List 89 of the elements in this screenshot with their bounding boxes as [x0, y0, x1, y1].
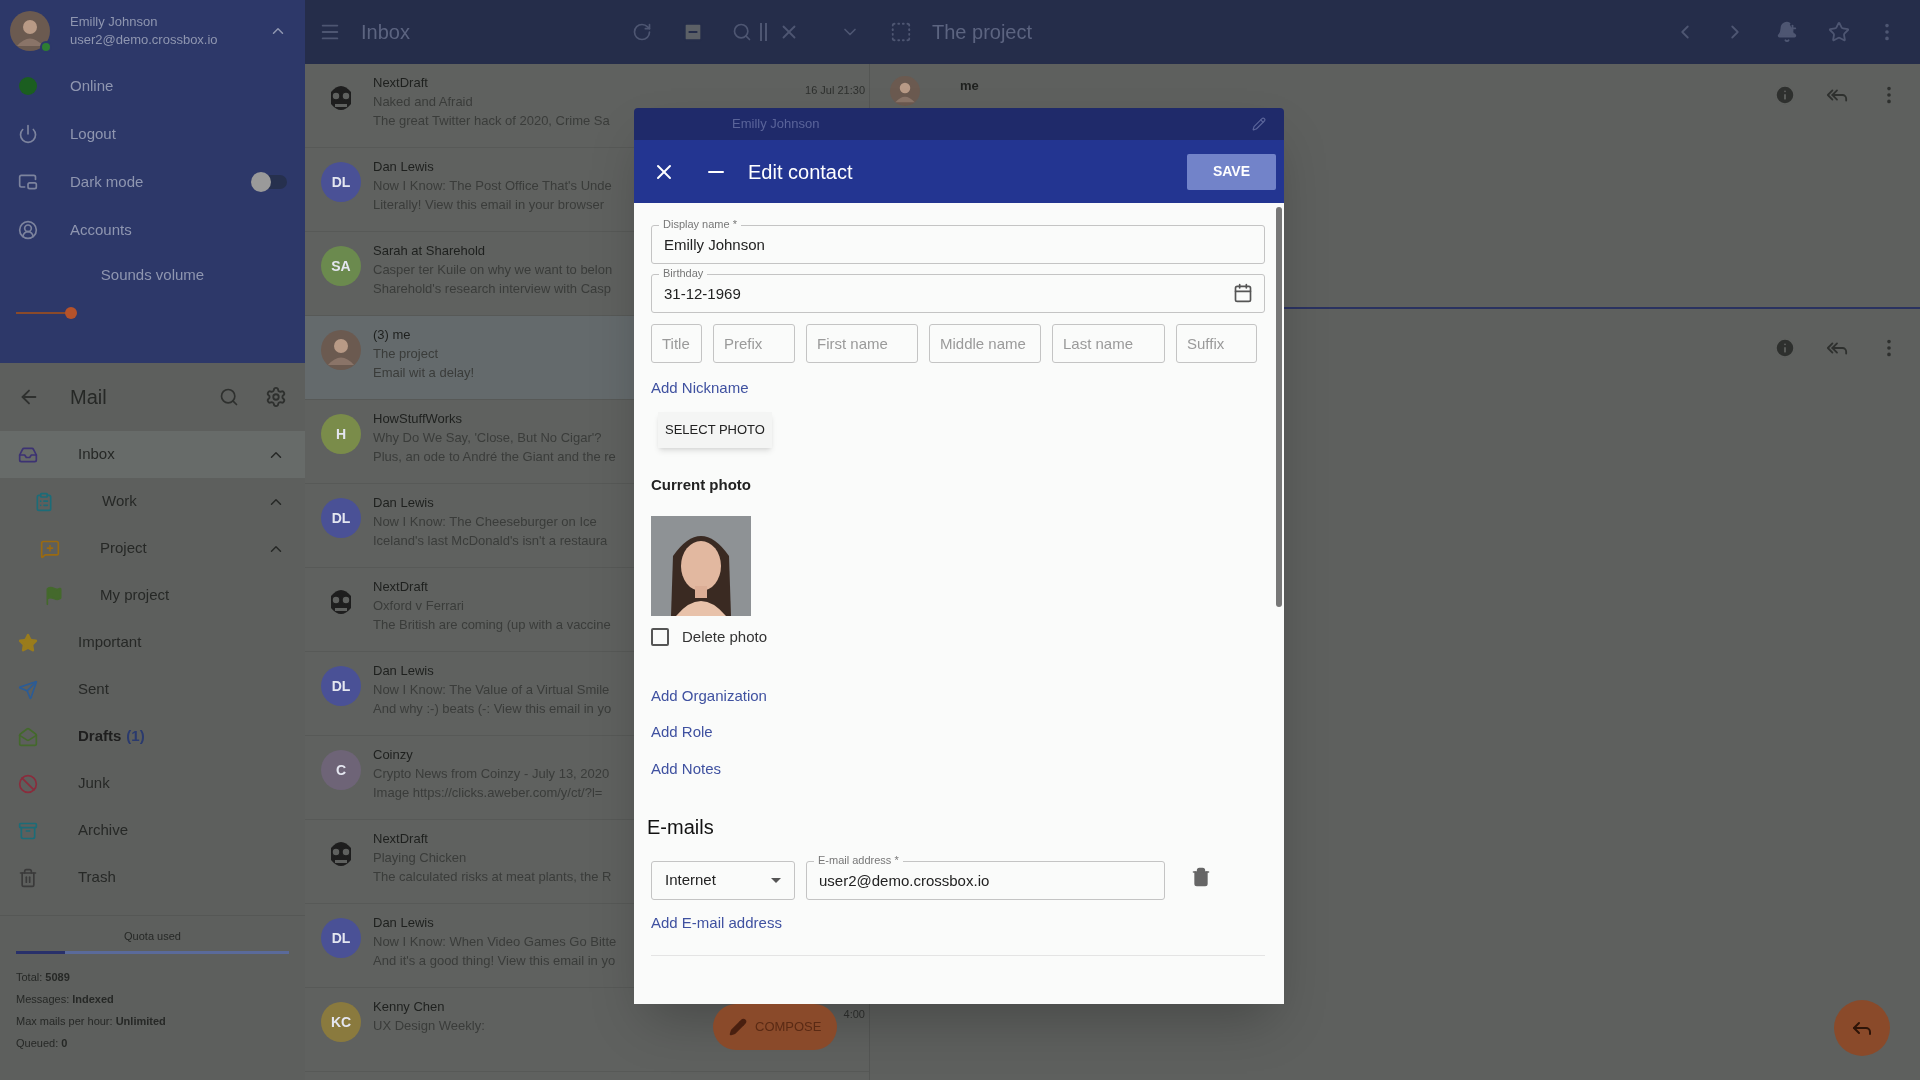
user-avatar — [10, 11, 50, 51]
initials-avatar: DL — [321, 162, 361, 202]
account-menu-item[interactable]: Online — [0, 62, 305, 110]
label-icon — [40, 538, 60, 559]
add-email-link[interactable]: Add E-mail address — [651, 912, 782, 935]
add-field-link[interactable]: Add Organization — [651, 684, 767, 707]
open-envelope-icon — [18, 726, 38, 747]
account-menu-item[interactable]: Logout — [0, 110, 305, 158]
folder-label: Inbox — [78, 444, 115, 465]
search-icon[interactable] — [219, 387, 239, 407]
background-dialog-title: Emilly Johnson — [732, 115, 820, 134]
bell-icon[interactable] — [1776, 21, 1798, 43]
sender-name: HowStuffWorks — [373, 410, 464, 428]
sender-name: Dan Lewis — [373, 494, 435, 512]
folder-label: Drafts — [78, 726, 122, 747]
select-icon[interactable] — [890, 21, 912, 43]
scrollbar[interactable] — [1276, 207, 1282, 607]
deselect-icon[interactable] — [682, 21, 704, 43]
sender-avatar — [321, 330, 361, 370]
star-icon[interactable] — [1828, 21, 1850, 43]
dialog-title: Edit contact — [748, 159, 853, 185]
name-part-field[interactable]: Suffix — [1176, 324, 1257, 363]
trash-icon — [18, 867, 38, 888]
add-field-link[interactable]: Add Notes — [651, 757, 722, 780]
divider-icon — [760, 23, 768, 41]
sender-name: Dan Lewis — [373, 158, 435, 176]
initials-avatar: KC — [321, 1002, 361, 1042]
folder-label: My project — [100, 585, 170, 606]
sender-name: Dan Lewis — [373, 662, 435, 680]
pencil-icon — [729, 1018, 747, 1036]
field-label: Birthday — [659, 267, 708, 280]
sender-name: Sarah at Sharehold — [373, 242, 487, 260]
folder-label: Work — [102, 491, 137, 512]
initials-avatar: C — [321, 750, 361, 790]
select-photo-button[interactable]: SELECT PHOTO — [658, 411, 772, 448]
sender-name: NextDraft — [373, 578, 429, 596]
refresh-icon[interactable] — [632, 22, 652, 42]
search-icon[interactable] — [732, 22, 752, 42]
initials-avatar: H — [321, 414, 361, 454]
name-part-field[interactable]: Title — [651, 324, 702, 363]
sender-name: me — [960, 77, 979, 95]
flag-icon — [44, 585, 64, 606]
folder-label: Archive — [78, 820, 129, 841]
email-type-select[interactable]: Internet — [651, 861, 795, 900]
power-icon — [18, 124, 38, 144]
account-email: user2@demo.crossbox.io — [70, 31, 218, 49]
field-label: Display name * — [659, 218, 741, 231]
sender-name: NextDraft — [373, 830, 429, 848]
initials-avatar: DL — [321, 666, 361, 706]
initials-avatar: DL — [321, 498, 361, 538]
sender-name: NextDraft — [373, 74, 429, 92]
account-name: Emilly Johnson — [70, 13, 159, 31]
sounds-volume-label: Sounds volume — [99, 265, 206, 285]
info-icon[interactable] — [1774, 84, 1796, 106]
folder-item[interactable]: Work — [0, 478, 305, 525]
sender-name: Coinzy — [373, 746, 414, 764]
folder-item[interactable]: Archive — [0, 807, 305, 854]
name-part-field[interactable]: Middle name — [929, 324, 1041, 363]
star-icon — [18, 632, 38, 653]
name-part-field[interactable]: First name — [806, 324, 918, 363]
save-button[interactable]: SAVE — [1186, 153, 1276, 190]
picture-in-picture-icon — [18, 172, 38, 192]
user-icon — [18, 220, 38, 240]
sender-name: Kenny Chen — [373, 998, 446, 1016]
field-label: E-mail address * — [814, 854, 903, 867]
name-part-field[interactable]: Prefix — [713, 324, 795, 363]
calendar-icon[interactable] — [1233, 283, 1253, 303]
folder-item[interactable]: Inbox — [0, 431, 305, 478]
sender-avatar — [890, 76, 920, 106]
dropdown-caret-icon — [771, 878, 781, 883]
sender-name: (3) me — [373, 326, 412, 344]
add-nickname-link[interactable]: Add Nickname — [651, 377, 749, 400]
block-icon — [18, 773, 38, 794]
initials-avatar: SA — [321, 246, 361, 286]
folder-item[interactable]: My project — [0, 572, 305, 619]
send-icon — [18, 679, 38, 700]
clipboard-icon — [34, 491, 54, 512]
name-part-field[interactable]: Last name — [1052, 324, 1165, 363]
archive-icon — [18, 820, 38, 841]
settings-icon[interactable] — [265, 386, 287, 408]
sender-name: Dan Lewis — [373, 914, 435, 932]
delete-photo-checkbox[interactable]: Delete photo — [651, 626, 768, 649]
account-menu-item[interactable]: Dark mode — [0, 158, 305, 206]
pencil-icon — [1252, 117, 1266, 131]
info-icon[interactable] — [1774, 337, 1796, 359]
account-menu-item[interactable]: Accounts — [0, 206, 305, 254]
dark-mode-switch[interactable] — [253, 175, 287, 189]
delete-icon[interactable] — [1191, 867, 1211, 887]
initials-avatar: DL — [321, 918, 361, 958]
